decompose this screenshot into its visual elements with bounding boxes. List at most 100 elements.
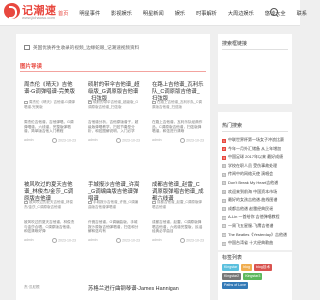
hot-search-item[interactable]: 4 学校在职人员 受伤事故处理 [222,162,288,171]
card-date: 2023-10-23 [116,238,140,243]
card-description: 被风吹过的夏天吉他谱，林俊杰与金莎合唱，C调原版吉他谱，和弦清晰好弹 [24,220,75,234]
rank-badge: 11 [222,224,226,229]
rank-badge: 3 [222,155,226,160]
hot-search-item[interactable]: 12 The Beatles《Yesterday》吉他谱 [222,231,288,240]
tags-title: 标签列表 [222,255,243,261]
nav-item-home[interactable]: 首页 [58,10,68,17]
logo-mark-icon [4,3,20,19]
nav-item-entertainment[interactable]: 娱乐 [175,10,185,17]
card-thumbnail[interactable]: 在路上吉他谱_瓦利乐队_C调原版吉他谱_扫弦版 [152,100,204,118]
image-icon [24,100,28,104]
article-card[interactable]: 周杰伦《晴天》吉他谱-G调弹唱谱-完美版 周杰伦《晴天》吉他谱-G调弹唱谱-完美… [20,78,78,168]
hot-search-divider [222,131,288,132]
hot-search-item[interactable]: 5 传闻中的网络天使 演唱会 [222,170,288,179]
hot-search-item[interactable]: 8 最好的女孩吉他谱-曲线图谱 [222,196,288,205]
card-description: 在路上吉他谱，瓦利乐队经典作品，C调原版吉他谱，扫弦版弹唱谱，和弦进行清晰 [152,120,203,134]
nav-item-film[interactable]: 影视娱乐 [111,10,132,17]
card-author: admin [152,238,162,242]
tag-link[interactable]: blog [241,264,252,271]
tag-link[interactable]: blog技术 [253,264,272,271]
rank-badge: 7 [222,190,226,195]
tag-link[interactable]: Kingstar2 [222,273,242,280]
search-links-divider [222,49,288,50]
site-header: 记潮速 www.jichaosu.com 首页 明星事件 影视娱乐 明星新闻 娱… [0,0,307,26]
hot-search-item[interactable]: 2 今年一月外汇储备 从上年增加 [222,145,288,154]
image-icon [24,200,28,204]
article-card[interactable]: 手城报沙吉他谱_许嵩_G调编曲版吉他谱弹唱谱 手城报沙吉他谱_许嵩_G调编曲版吉… [84,178,142,268]
hot-search-item[interactable]: 3 中国足球 2017年以来 最好成绩 [222,153,288,162]
hot-search-item[interactable]: 6 Don't Break My Heart吉他谱 [222,179,288,188]
hot-search-item[interactable]: 7 欢迎来到前海 中国资本市场 [222,188,288,197]
card-author: admin [152,138,162,142]
rank-badge: 4 [222,164,226,169]
card-thumbnail[interactable]: 被风吹过的夏天吉他谱_林俊杰/金莎_C调原版吉他谱 [24,200,76,218]
card-author: admin [88,238,98,242]
card-date: 2023-10-23 [116,138,140,143]
card-thumbnail[interactable]: 成都吉他谱_赵雷_C调原版弹唱吉他谱 [152,200,204,218]
image-icon [152,100,156,104]
search-icon[interactable] [270,8,280,18]
nav-item-contact[interactable]: 联系 [297,10,307,17]
card-description: 周杰伦吉他谱，吉他弹唱，G调弹唱谱，六线谱，完整版弹唱谱，简单版吉他入门教程 [24,120,74,134]
card-thumbnail[interactable]: 周杰伦《晴天》吉他谱-G调弹唱谱-完美版 [24,100,76,118]
hot-search-item[interactable]: 11 一周飞五星服-飞鹰吉他谱 [222,222,288,231]
tag-link[interactable]: Kingstar [222,264,240,271]
section-title: 图片导读 [20,64,43,70]
breadcrumb[interactable]: 英国优质养生收录的视频_边缘蛇眼_记潮速视频资料 [20,38,206,52]
tag-link[interactable]: Kingstar3 [243,273,263,280]
rank-badge: 10 [222,215,226,220]
hot-search-item[interactable]: 10 A-Lin 一首给你 吉他弹唱教程 [222,213,288,222]
image-icon [24,45,30,50]
hot-search-item[interactable]: 1 中联世界杯第一场女子冲浪比赛 [222,136,288,145]
search-links-title: 搜索框链接 [222,41,248,47]
card-meta: admin 2023-10-23 [24,138,76,143]
card-thumbnail[interactable]: 硕射的带伞吉他谱_超级版_G调原版吉他谱_扫弦版 [88,100,140,118]
card-author: admin [24,138,34,142]
nav-item-big-ent[interactable]: 大周边娱乐 [228,10,254,17]
logo-url: www.jichaosu.com [22,15,55,20]
site-logo[interactable]: 记潮速 www.jichaosu.com [4,2,56,24]
bottom-post-thumbnail[interactable]: 杰·汉尼根 [24,285,40,290]
rank-badge: 8 [222,198,226,203]
image-icon [88,100,92,104]
tag-link[interactable]: Paths of Love [222,282,248,289]
breadcrumb-text: 英国优质养生收录的视频_边缘蛇眼_记潮速视频资料 [33,44,140,50]
rank-badge: 13 [222,241,226,246]
section-divider [20,71,206,72]
rank-badge: 12 [222,233,226,238]
hot-search-title: 热门搜索 [222,123,243,129]
rank-badge: 5 [222,172,226,177]
card-author: admin [24,238,34,242]
rank-badge: 9 [222,207,226,212]
nav-item-star-news[interactable]: 明星新闻 [143,10,164,17]
image-icon [88,200,92,204]
nav-item-star-events[interactable]: 明星事件 [79,10,100,17]
bottom-post-title[interactable]: 苏格兰进行曲钢琴谱-James Hannigan [88,284,179,292]
hot-search-list: 1 中联世界杯第一场女子冲浪比赛 2 今年一月外汇储备 从上年增加 3 中国足球 20… [222,136,288,248]
card-meta: admin 2023-10-23 [24,238,76,243]
tag-cloud: Kingstar blog blog技术 Kingstar2 Kingstar3… [222,264,288,291]
article-card[interactable]: 硕射的带伞吉他谱_超级版_G调原版吉他谱_扫弦版 硕射的带伞吉他谱_超级版_G调… [84,78,142,168]
article-card[interactable]: 成都吉他谱_赵雷_C调原版弹唱吉他谱_成都六线谱 成都吉他谱_赵雷_C调原版弹唱… [148,178,206,268]
card-meta: admin 2023-10-23 [152,138,204,143]
card-title[interactable]: 周杰伦《晴天》吉他谱-G调弹唱谱-完美版 [24,82,76,96]
rank-badge: 6 [222,181,226,186]
rank-badge: 1 [222,138,226,143]
hot-search-item[interactable]: 13 中国台湾省 十大经典歌曲 [222,239,288,248]
rank-badge: 2 [222,147,226,152]
card-description: 成都吉他谱，赵雷，C调原版弹唱吉他谱，六线谱完整版，民谣经典必学曲目 [152,220,203,234]
card-date: 2023-10-23 [180,238,204,243]
card-author: admin [88,138,98,142]
article-card[interactable]: 被风吹过的夏天吉他谱_林俊杰/金莎_C调原版吉他谱 被风吹过的夏天吉他谱_林俊杰… [20,178,78,268]
card-date: 2023-10-23 [52,238,76,243]
card-description: 许嵩吉他谱，G调编曲版，手城报沙原版吉他弹唱谱，扫弦和分解和弦均有 [88,220,139,234]
card-meta: admin 2023-10-23 [88,138,140,143]
card-meta: admin 2023-10-23 [152,238,204,243]
card-thumbnail[interactable]: 手城报沙吉他谱_许嵩_G调编曲版吉他谱弹唱谱 [88,200,140,218]
card-date: 2023-10-23 [180,138,204,143]
card-date: 2023-10-23 [52,138,76,143]
nav-item-analysis[interactable]: 时事解析 [196,10,217,17]
card-description: 吉他谱分析，吉他原版谱子，超级版弹唱教学，扫弦节奏型分析，和弦图解说明，入门必学 [88,120,139,134]
article-card[interactable]: 在路上吉他谱_瓦利乐队_C调原版吉他谱_扫弦版 在路上吉他谱_瓦利乐队_C调原版… [148,78,206,168]
hot-search-item[interactable]: 9 成都吉他谱 赵雷经典民谣 [222,205,288,214]
